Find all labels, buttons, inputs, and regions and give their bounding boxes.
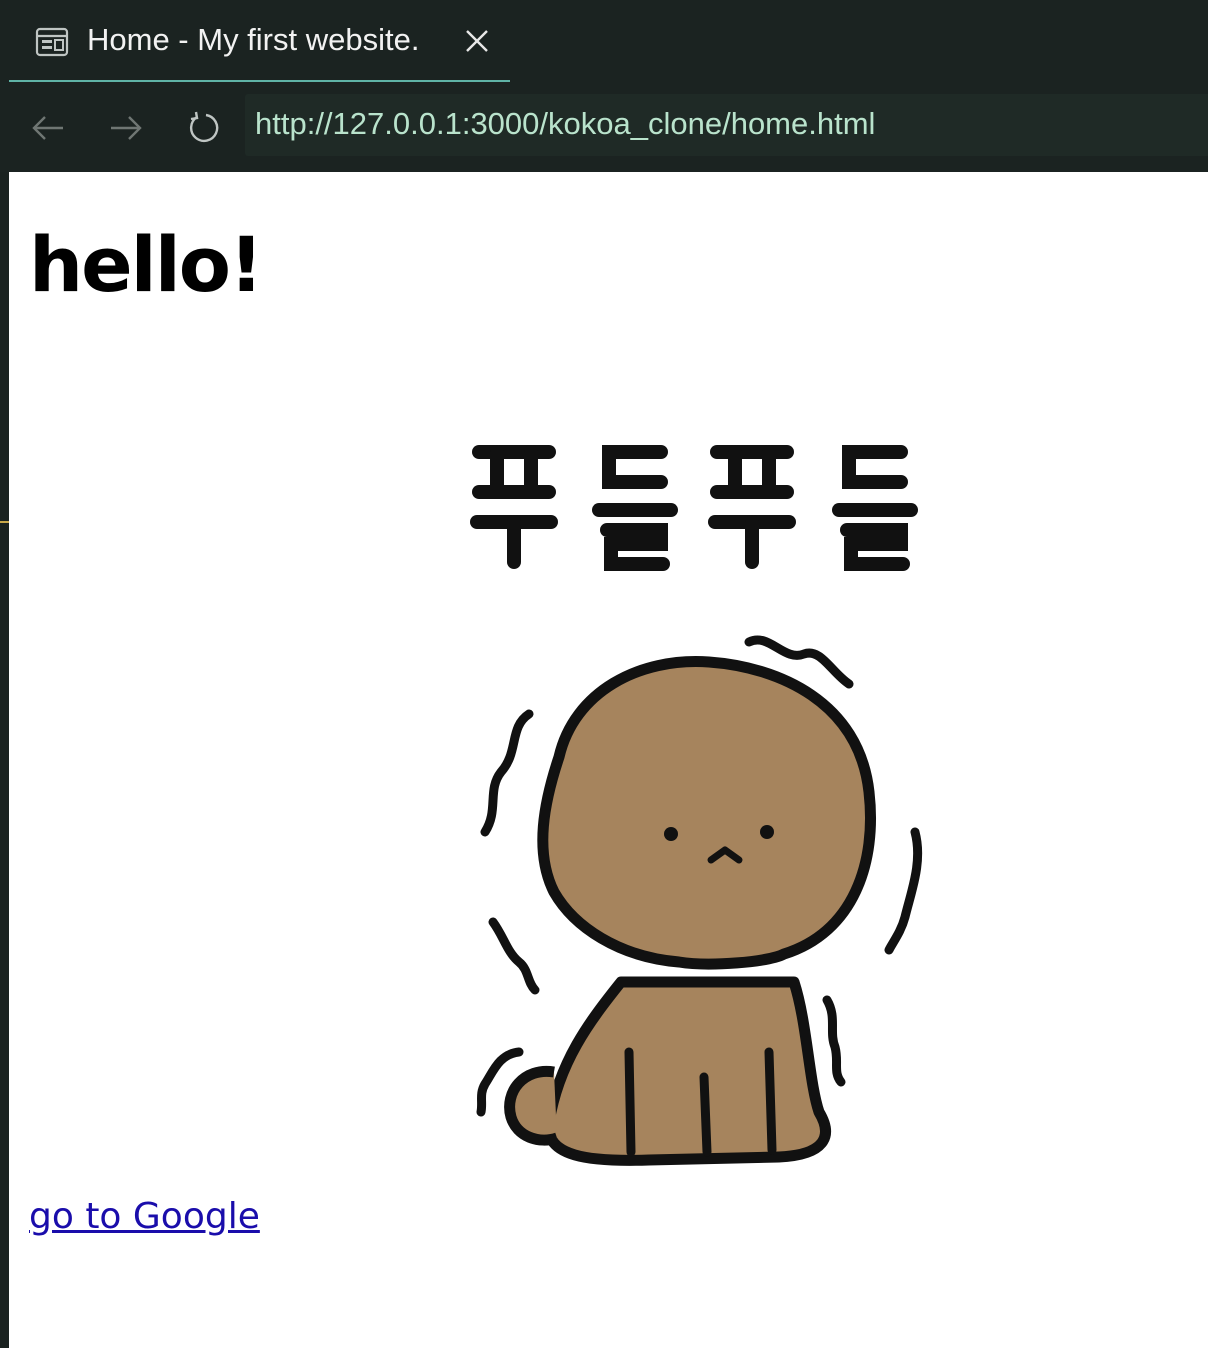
google-link[interactable]: go to Google (29, 1196, 260, 1237)
reload-icon (190, 111, 219, 142)
arrow-right-icon (111, 116, 142, 140)
close-icon[interactable] (464, 28, 490, 54)
page-layout-icon (35, 27, 69, 57)
tab-home[interactable]: Home - My first website. (9, 0, 510, 82)
tab-bar: Home - My first website. (0, 0, 1208, 84)
tab-title: Home - My first website. (87, 22, 420, 57)
browser-window: Home - My first website. http://127.0.0.… (0, 0, 1208, 1348)
arrow-left-icon (32, 116, 63, 140)
reload-button[interactable] (182, 106, 226, 150)
forward-button[interactable] (104, 106, 148, 150)
navigation-bar: http://127.0.0.1:3000/kokoa_clone/home.h… (0, 84, 1208, 172)
shivering-poodle-illustration (470, 445, 923, 1166)
left-panel-marker (0, 521, 9, 523)
sticker-lettering (470, 445, 918, 571)
address-bar[interactable]: http://127.0.0.1:3000/kokoa_clone/home.h… (245, 94, 1208, 156)
page-viewport: hello! go to Google (9, 172, 1208, 1348)
url-text[interactable]: http://127.0.0.1:3000/kokoa_clone/home.h… (255, 106, 875, 142)
page-heading: hello! (29, 220, 264, 309)
back-button[interactable] (26, 106, 70, 150)
left-panel-edge (0, 172, 9, 1348)
